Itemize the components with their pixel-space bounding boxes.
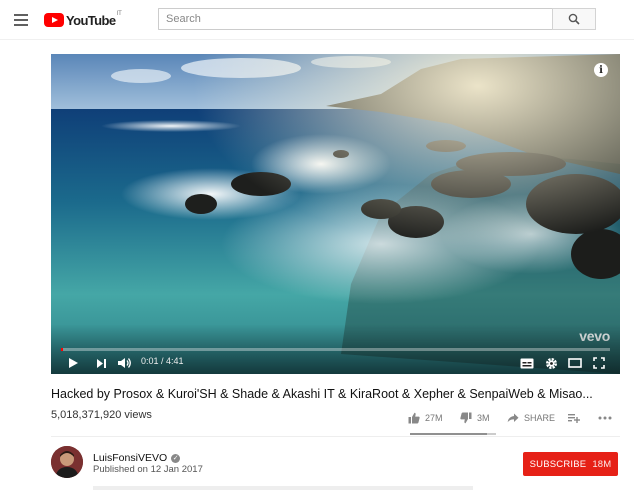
view-count: 5,018,371,920 views — [51, 409, 152, 421]
logo-text: YouTube — [66, 12, 116, 28]
divider — [51, 436, 620, 437]
share-button[interactable]: SHARE — [507, 408, 555, 428]
video-title: Hacked by Prosox & Kuroi'SH & Shade & Ak… — [51, 387, 593, 401]
channel-name[interactable]: LuisFonsiVEVO — [93, 452, 167, 464]
fullscreen-icon — [593, 357, 605, 369]
gear-icon — [545, 357, 557, 369]
subscribe-button[interactable]: SUBSCRIBE 18M — [523, 452, 618, 476]
captions-button[interactable] — [519, 355, 535, 371]
subscriber-count: 18M — [592, 458, 612, 470]
hamburger-menu-icon[interactable] — [12, 11, 30, 29]
skip-next-icon — [96, 358, 106, 368]
channel-name-row[interactable]: LuisFonsiVEVO ✓ — [93, 452, 181, 464]
thumbs-up-icon — [408, 412, 420, 424]
progress-bar[interactable] — [61, 348, 610, 351]
publish-date: Published on 12 Jan 2017 — [93, 464, 203, 475]
youtube-logo[interactable]: YouTube IT — [44, 10, 122, 30]
dislike-count: 3M — [477, 413, 490, 423]
play-icon — [69, 358, 78, 368]
search-icon — [568, 13, 580, 25]
dislike-button[interactable]: 3M — [460, 408, 490, 428]
time-display: 0:01 / 4:41 — [141, 356, 184, 366]
video-player[interactable]: i vevo 0:01 / 4:41 — [51, 54, 620, 374]
volume-icon — [118, 358, 131, 368]
settings-button[interactable] — [543, 355, 559, 371]
share-label: SHARE — [524, 413, 556, 423]
fullscreen-button[interactable] — [591, 355, 607, 371]
volume-button[interactable] — [116, 355, 132, 371]
description-preview — [93, 486, 473, 490]
add-to-playlist-icon — [568, 414, 580, 423]
share-icon — [507, 413, 519, 423]
more-icon — [598, 416, 612, 420]
avatar[interactable] — [51, 446, 83, 478]
verified-check-icon: ✓ — [171, 453, 181, 463]
play-button[interactable] — [65, 355, 81, 371]
sentiment-likes-fill — [410, 433, 488, 435]
theater-button[interactable] — [567, 355, 583, 371]
search-bar — [158, 8, 596, 30]
info-icon[interactable]: i — [594, 63, 608, 77]
player-controls: 0:01 / 4:41 — [51, 353, 620, 373]
youtube-play-logo-icon — [44, 13, 64, 27]
masthead: YouTube IT — [0, 0, 634, 40]
next-button[interactable] — [93, 355, 109, 371]
captions-icon — [520, 358, 534, 368]
subscribe-label: SUBSCRIBE — [529, 458, 587, 470]
progress-played — [61, 348, 64, 351]
more-actions-button[interactable] — [598, 408, 612, 428]
like-button[interactable]: 27M — [408, 408, 443, 428]
sentiment-bar — [410, 433, 496, 435]
search-button[interactable] — [552, 8, 596, 30]
theater-mode-icon — [568, 358, 582, 368]
like-count: 27M — [425, 413, 443, 423]
thumbs-down-icon — [460, 412, 472, 424]
search-input[interactable] — [158, 8, 552, 30]
add-to-playlist-button[interactable] — [568, 408, 580, 428]
channel-avatar-image — [51, 446, 83, 478]
logo-region: IT — [116, 11, 122, 17]
